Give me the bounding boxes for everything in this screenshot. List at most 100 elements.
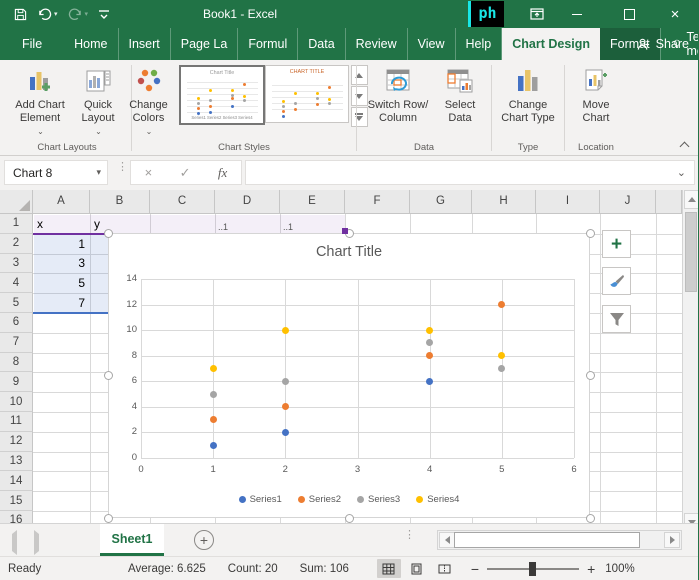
chart-elements-button[interactable]: + (602, 230, 631, 258)
data-point-series1[interactable] (426, 378, 433, 385)
cell-A1[interactable]: x (34, 214, 89, 234)
tab-file[interactable]: File (8, 28, 56, 60)
data-point-series2[interactable] (282, 403, 289, 410)
data-point-series3[interactable] (282, 378, 289, 385)
chart-resize-handle[interactable] (104, 371, 113, 380)
zoom-level[interactable]: 100% (605, 563, 634, 575)
redo-caret-icon[interactable]: ▾ (85, 10, 89, 18)
name-box[interactable]: Chart 8 ▾ (4, 160, 108, 185)
previous-sheet-button[interactable] (12, 534, 17, 552)
zoom-slider[interactable] (487, 568, 579, 570)
data-point-series3[interactable] (498, 365, 505, 372)
enter-formula-button[interactable]: ✓ (180, 165, 191, 181)
data-point-series3[interactable] (210, 391, 217, 398)
switch-row-column-button[interactable]: Switch Row/ Column (363, 62, 433, 140)
vertical-scrollbar[interactable] (682, 190, 699, 533)
chart-style-thumbnail-1[interactable]: Chart Title Series1 Series2 Series3 Seri… (179, 65, 265, 125)
zoom-out-button[interactable]: − (471, 561, 479, 577)
change-colors-button[interactable]: Change Colors ⌄ (121, 62, 177, 140)
vertical-scroll-thumb[interactable] (685, 212, 697, 292)
zoom-slider-thumb[interactable] (529, 562, 536, 576)
tab-view[interactable]: View (408, 28, 456, 60)
tabbar-resize-handle[interactable]: ⋮ (404, 532, 415, 538)
column-header-partial[interactable] (656, 190, 682, 214)
row-header-7[interactable]: 7 (0, 333, 33, 353)
row-header-16[interactable]: 16 (0, 511, 33, 523)
row-header-9[interactable]: 9 (0, 372, 33, 392)
select-data-button[interactable]: Select Data (435, 62, 485, 140)
legend-item-series1[interactable]: Series1 (239, 494, 282, 505)
cancel-formula-button[interactable]: × (145, 165, 153, 180)
tab-help[interactable]: Help (456, 28, 503, 60)
row-header-6[interactable]: 6 (0, 313, 33, 333)
tab-review[interactable]: Review (346, 28, 408, 60)
chart-resize-handle[interactable] (104, 514, 113, 523)
column-header-B[interactable]: B (90, 190, 150, 214)
collapse-ribbon-button[interactable] (680, 140, 689, 149)
chart-resize-handle[interactable] (586, 514, 595, 523)
move-chart-button[interactable]: Move Chart (571, 62, 621, 140)
cell-A3[interactable]: 3 (34, 254, 89, 274)
data-point-series2[interactable] (498, 301, 505, 308)
scroll-left-button[interactable] (439, 532, 455, 548)
change-chart-type-button[interactable]: Change Chart Type (496, 62, 560, 140)
select-all-corner[interactable] (0, 190, 33, 214)
chart-title[interactable]: Chart Title (109, 244, 589, 260)
row-header-13[interactable]: 13 (0, 452, 33, 472)
row-header-15[interactable]: 15 (0, 491, 33, 511)
row-header-1[interactable]: 1 (0, 214, 33, 234)
chart-filters-button[interactable] (602, 305, 631, 333)
maximize-button[interactable] (612, 0, 646, 28)
zoom-in-button[interactable]: + (587, 561, 595, 577)
column-header-F[interactable]: F (345, 190, 410, 214)
name-box-caret-icon[interactable]: ▾ (96, 167, 107, 178)
formula-input[interactable]: ⌄ (245, 160, 695, 185)
chart-styles-button[interactable] (602, 267, 631, 295)
save-button[interactable] (14, 4, 27, 24)
page-break-preview-button[interactable] (433, 559, 457, 578)
row-header-12[interactable]: 12 (0, 432, 33, 452)
minimize-button[interactable] (560, 0, 594, 28)
tab-formul[interactable]: Formul (238, 28, 298, 60)
redo-button[interactable]: ▾ (68, 4, 89, 24)
data-point-series3[interactable] (426, 339, 433, 346)
tab-home[interactable]: Home (64, 28, 118, 60)
row-header-10[interactable]: 10 (0, 392, 33, 412)
data-point-series1[interactable] (210, 442, 217, 449)
data-point-series1[interactable] (282, 429, 289, 436)
data-point-series4[interactable] (282, 327, 289, 334)
row-header-5[interactable]: 5 (0, 293, 33, 313)
new-sheet-button[interactable]: + (194, 530, 214, 550)
column-header-G[interactable]: G (410, 190, 472, 214)
cell-A2[interactable]: 1 (34, 234, 89, 254)
chart-legend[interactable]: Series1Series2Series3Series4 (109, 494, 589, 505)
column-header-D[interactable]: D (215, 190, 280, 214)
next-sheet-button[interactable] (34, 534, 39, 552)
undo-caret-icon[interactable]: ▾ (54, 10, 58, 18)
horizontal-scrollbar[interactable] (437, 530, 682, 550)
column-header-H[interactable]: H (472, 190, 536, 214)
horizontal-scroll-thumb[interactable] (454, 532, 640, 548)
data-point-series4[interactable] (210, 365, 217, 372)
row-header-8[interactable]: 8 (0, 353, 33, 373)
column-header-J[interactable]: J (600, 190, 656, 214)
chart-object[interactable]: Chart Title Series1Series2Series3Series4… (108, 233, 590, 518)
insert-function-button[interactable]: fx (218, 165, 227, 181)
expand-formula-bar-icon[interactable]: ⌄ (677, 166, 686, 179)
cell-A5[interactable]: 7 (34, 293, 89, 313)
customize-qat-button[interactable] (98, 4, 110, 24)
share-button[interactable]: Share (636, 28, 689, 60)
column-header-C[interactable]: C (150, 190, 215, 214)
data-point-series4[interactable] (498, 352, 505, 359)
row-header-2[interactable]: 2 (0, 234, 33, 254)
quick-layout-button[interactable]: Quick Layout ⌄ (72, 62, 124, 140)
undo-button[interactable]: ▾ (37, 4, 58, 24)
column-header-I[interactable]: I (536, 190, 600, 214)
data-point-series2[interactable] (210, 416, 217, 423)
tab-page-la[interactable]: Page La (171, 28, 239, 60)
legend-item-series3[interactable]: Series3 (357, 494, 400, 505)
cell-D1-partial[interactable]: ..1 (218, 222, 277, 233)
scroll-right-button[interactable] (664, 532, 680, 548)
column-header-E[interactable]: E (280, 190, 345, 214)
ribbon-display-options-button[interactable] (520, 0, 554, 28)
